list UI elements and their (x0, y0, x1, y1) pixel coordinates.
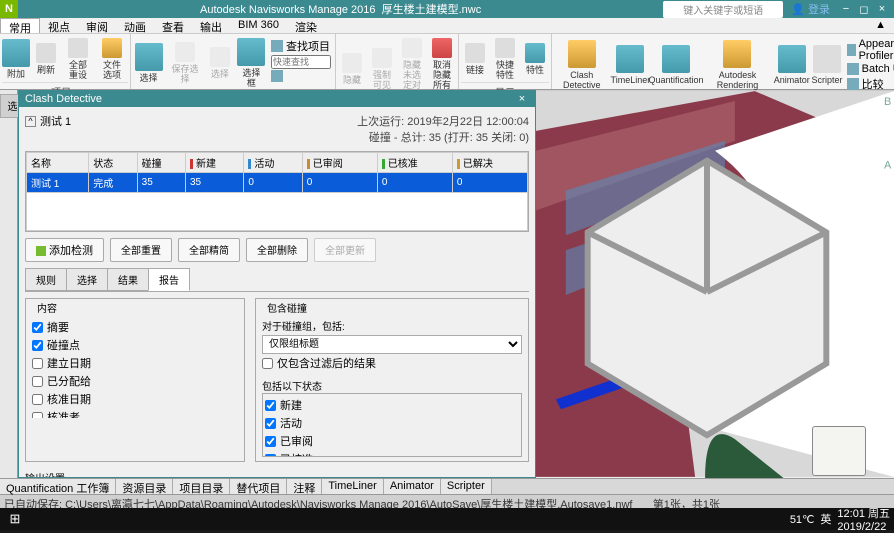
3d-viewport[interactable]: B A (536, 90, 894, 478)
test-info: 上次运行: 2019年2月22日 12:00:04 碰撞 - 总计: 35 (打… (357, 113, 529, 145)
dock-tab[interactable]: Animator (384, 479, 441, 494)
clash-button[interactable]: Clash Detective (554, 36, 609, 94)
test-name: 测试 1 (40, 113, 71, 129)
status-check[interactable]: 已审阅 (265, 432, 519, 450)
content-check[interactable]: 已分配给 (32, 372, 238, 390)
addtest-button[interactable]: 添加检测 (25, 238, 104, 262)
tab-view[interactable]: 查看 (154, 18, 192, 33)
status-check[interactable]: 活动 (265, 414, 519, 432)
output-legend: 输出设置 (25, 470, 529, 477)
dock-tab[interactable]: Quantification 工作簿 (0, 479, 116, 494)
viewcube[interactable] (536, 98, 886, 478)
content-check[interactable]: 建立日期 (32, 354, 238, 372)
content-check[interactable]: 摘要 (32, 318, 238, 336)
app-logo: N (0, 0, 18, 18)
window-title: Autodesk Navisworks Manage 2016 厚生楼土建模型.… (18, 1, 663, 17)
render-button[interactable]: Autodesk Rendering (703, 36, 772, 94)
tab-select[interactable]: 选择 (66, 268, 108, 291)
search-input[interactable]: 键入关键字或短语 (663, 1, 783, 18)
resetall-button[interactable]: 全部重设 (62, 36, 94, 82)
dock-tab[interactable]: 注释 (287, 479, 322, 494)
tab-animation[interactable]: 动画 (116, 18, 154, 33)
quickprops-button[interactable]: 快捷特性 (491, 36, 519, 82)
taskbar: ⊞ 51℃ 英 12:01 周五2019/2/22 (0, 508, 894, 530)
ribbon-tabs: 常用 视点 审阅 动画 查看 输出 BIM 360 渲染 ▲ (0, 18, 894, 34)
ribbon: 附加 刷新 全部重设 文件选项 项目 ▾ 选择 保存选择 选择 选择框 查找项目… (0, 34, 894, 90)
quickfind-input[interactable] (271, 55, 331, 69)
tab-viewpoint[interactable]: 视点 (40, 18, 78, 33)
tab-rules[interactable]: 规则 (25, 268, 67, 291)
animator-button[interactable]: Animator (774, 36, 809, 94)
status-check[interactable]: 已核准 (265, 450, 519, 457)
batch-button[interactable]: Batch Utility (847, 63, 894, 75)
deleteall-button[interactable]: 全部删除 (246, 238, 308, 262)
panel-close-button[interactable]: × (515, 93, 529, 105)
tab-render[interactable]: 渲染 (287, 18, 325, 33)
attach-button[interactable]: 附加 (2, 36, 30, 82)
status-check[interactable]: 新建 (265, 396, 519, 414)
links-button[interactable]: 链接 (461, 36, 489, 82)
bottom-dock-tabs: Quantification 工作簿资源目录项目目录替代项目注释TimeLine… (0, 478, 894, 494)
dock-tab[interactable]: 替代项目 (230, 479, 287, 494)
sets-button[interactable] (271, 70, 331, 82)
collapse-icon[interactable]: ^ (25, 116, 36, 127)
table-row[interactable]: 测试 1完成35350000 (27, 173, 528, 193)
compactall-button[interactable]: 全部精简 (178, 238, 240, 262)
timeliner-button[interactable]: TimeLiner (611, 36, 649, 94)
tests-table[interactable]: 名称状态碰撞新建活动已审阅已核准已解决 测试 1完成35350000 (25, 151, 529, 232)
tab-output[interactable]: 输出 (192, 18, 230, 33)
ime[interactable]: 英 (820, 511, 831, 527)
titlebar: N Autodesk Navisworks Manage 2016 厚生楼土建模… (0, 0, 894, 18)
content-legend: 内容 (34, 300, 60, 315)
temp: 51℃ (790, 513, 815, 526)
content-check[interactable]: 碰撞点 (32, 336, 238, 354)
refresh-button[interactable]: 刷新 (32, 36, 60, 82)
ime-avatar[interactable] (812, 426, 866, 476)
tab-results[interactable]: 结果 (107, 268, 149, 291)
dock-tab[interactable]: 资源目录 (116, 479, 173, 494)
filter-check[interactable] (262, 358, 273, 369)
include-legend: 包含碰撞 (264, 300, 310, 315)
tab-report[interactable]: 报告 (148, 268, 190, 291)
updateall-button: 全部更新 (314, 238, 376, 262)
scripter-button[interactable]: Scripter (811, 36, 842, 94)
user-login[interactable]: 👤 登录 (791, 1, 830, 17)
start-button[interactable]: ⊞ (0, 511, 30, 527)
dock-tab[interactable]: TimeLiner (322, 479, 384, 494)
panel-title: Clash Detective (25, 93, 102, 105)
tab-home[interactable]: 常用 (0, 18, 40, 33)
close-button[interactable]: × (874, 3, 890, 16)
left-dock: 选 (0, 90, 18, 478)
maximize-button[interactable]: ◻ (856, 3, 872, 16)
selectbox-button[interactable]: 选择框 (236, 36, 267, 90)
content-check[interactable]: 核准日期 (32, 390, 238, 408)
fileoptions-button[interactable]: 文件选项 (96, 36, 128, 82)
select2-button: 选择 (206, 36, 234, 90)
group-select[interactable]: 仅限组标题 (262, 335, 522, 354)
statusbar: 已自动保存: C:\Users\离瀛七七\AppData\Roaming\Aut… (0, 494, 894, 508)
quant-button[interactable]: Quantification (651, 36, 700, 94)
tab-bim360[interactable]: BIM 360 (230, 18, 287, 33)
tab-review[interactable]: 审阅 (78, 18, 116, 33)
dock-tab[interactable]: Scripter (441, 479, 492, 494)
savesel-button: 保存选择 (166, 36, 204, 90)
content-check[interactable]: 核准者 (32, 408, 238, 418)
appprofiler-button[interactable]: Appearance Profiler (847, 38, 894, 62)
minimize-button[interactable]: − (838, 3, 854, 16)
resetall-button[interactable]: 全部重置 (110, 238, 172, 262)
props-button[interactable]: 特性 (521, 36, 549, 82)
group-label: 对于碰撞组，包括: (262, 318, 522, 333)
clock: 12:01 周五2019/2/22 (837, 505, 890, 533)
status-legend: 包括以下状态 (262, 378, 522, 393)
dock-tab[interactable]: 项目目录 (173, 479, 230, 494)
finditems-button[interactable]: 查找项目 (271, 38, 331, 54)
help-icon[interactable]: ▲ (867, 18, 894, 33)
clash-panel: Clash Detective × ^ 测试 1 上次运行: 2019年2月22… (18, 90, 536, 478)
select-button[interactable]: 选择 (133, 36, 164, 90)
